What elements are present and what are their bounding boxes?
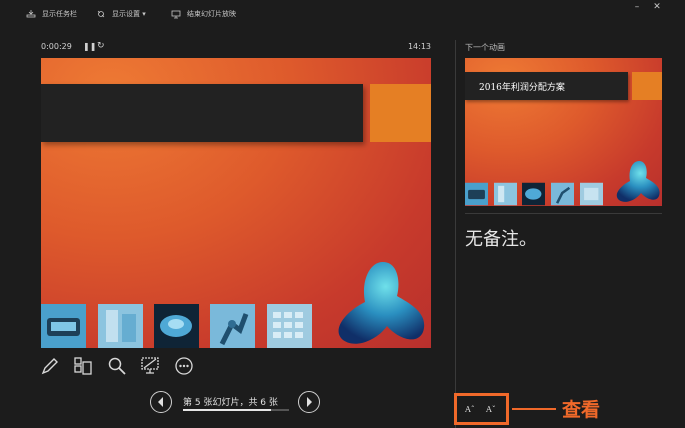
slide-progress-fill [183, 409, 272, 411]
taskbar-icon [26, 10, 36, 18]
callout-line [512, 408, 556, 410]
panel-divider [455, 40, 456, 428]
decrease-font-icon[interactable]: Aˇ [486, 405, 496, 414]
slide-accent-box [370, 84, 431, 142]
next-blue-3d-shape [616, 161, 660, 202]
next-slide-preview[interactable]: 2016年利润分配方案 [465, 58, 662, 206]
font-size-controls-highlight: Aˆ Aˇ [454, 393, 509, 425]
presenter-tools [40, 356, 210, 378]
top-toolbar: 显示任务栏 显示设置 ▾ 结束幻灯片放映 – ✕ [0, 0, 685, 30]
slide-navigation: 第 5 张幻灯片，共 6 张 [150, 389, 322, 415]
chevron-right-icon [307, 397, 312, 407]
blue-3d-shape [338, 262, 425, 344]
photo-thumbnail-2 [98, 304, 143, 348]
end-slideshow-button[interactable]: 结束幻灯片放映 [171, 9, 236, 19]
notes-divider [465, 213, 662, 214]
photo-thumbnail-1 [41, 304, 86, 348]
next-photo-thumbnail-5 [580, 182, 603, 206]
next-slide-accent-box [632, 72, 662, 100]
slide-progress-bar [183, 409, 289, 411]
current-slide[interactable] [41, 58, 431, 348]
timer-row: 0:00:29 ❚❚ ↻ 14:13 [41, 41, 431, 54]
next-slide-title: 2016年利润分配方案 [479, 83, 565, 93]
close-button[interactable]: ✕ [650, 2, 664, 12]
current-time: 14:13 [407, 42, 431, 51]
pause-icon[interactable]: ❚❚ [83, 42, 96, 51]
slide-title-bar [41, 84, 363, 142]
more-icon[interactable] [174, 356, 194, 376]
photo-thumbnail-3 [154, 304, 199, 348]
next-photo-thumbnail-4 [551, 182, 574, 206]
next-photo-thumbnail-3 [522, 182, 545, 206]
screen-icon[interactable] [140, 356, 160, 376]
photo-thumbnail-5 [267, 304, 312, 348]
photo-thumbnail-4 [210, 304, 255, 348]
callout-label: 查看 [562, 399, 601, 421]
slide-counter: 第 5 张幻灯片，共 6 张 [183, 398, 278, 408]
elapsed-timer: 0:00:29 [41, 42, 72, 51]
show-taskbar-label: 显示任务栏 [42, 10, 77, 18]
display-settings-label: 显示设置 ▾ [112, 10, 146, 18]
minimize-button[interactable]: – [630, 2, 644, 12]
next-animation-label: 下一个动画 [465, 43, 505, 52]
increase-font-icon[interactable]: Aˆ [465, 405, 475, 414]
next-photo-thumbnail-2 [494, 182, 517, 206]
previous-slide-button[interactable] [150, 391, 172, 413]
show-taskbar-button[interactable]: 显示任务栏 [26, 9, 77, 19]
slides-grid-icon[interactable] [73, 356, 93, 376]
display-settings-icon [97, 10, 105, 18]
speaker-notes: 无备注。 [465, 229, 537, 250]
end-slideshow-icon [171, 10, 181, 19]
slide-image-strip [41, 304, 331, 348]
zoom-icon[interactable] [107, 356, 127, 376]
next-slide-image-strip [465, 182, 605, 206]
next-photo-thumbnail-1 [465, 182, 488, 206]
display-settings-button[interactable]: 显示设置 ▾ [96, 9, 146, 19]
chevron-left-icon [158, 397, 163, 407]
end-slideshow-label: 结束幻灯片放映 [187, 10, 236, 18]
reset-timer-icon[interactable]: ↻ [97, 41, 105, 51]
next-slide-button[interactable] [298, 391, 320, 413]
pen-icon[interactable] [40, 356, 60, 376]
